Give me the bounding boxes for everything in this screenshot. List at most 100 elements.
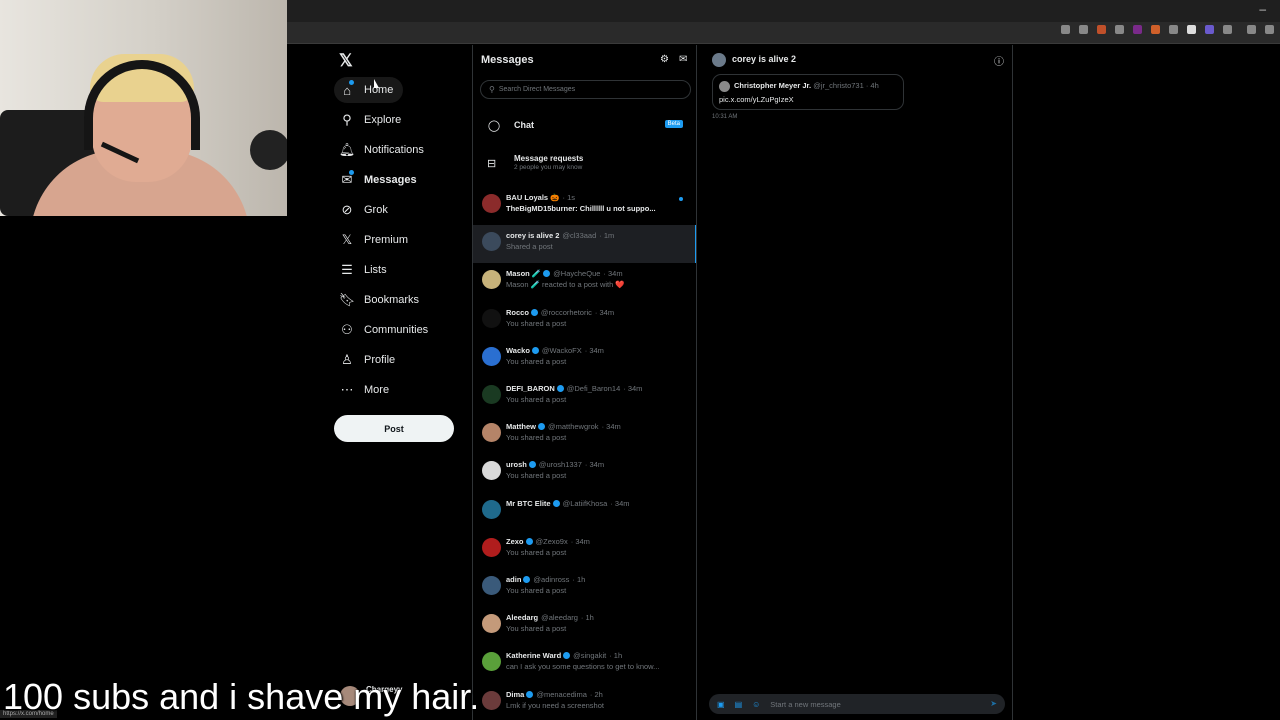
extension-icon[interactable] <box>1115 25 1124 34</box>
compose-input[interactable]: Start a new message <box>770 700 840 709</box>
compose-bar[interactable]: ▣ ▤ ☺ Start a new message ➤ <box>709 694 1005 714</box>
conversation-item[interactable]: Matthew @matthewgrok · 34m You shared a pos… <box>473 416 696 454</box>
conversation-name: Aleedarg <box>506 613 539 623</box>
conversation-pane: corey is alive 2 ⓘ Christopher Meyer Jr.… <box>703 45 1013 720</box>
new-message-icon[interactable]: ✉ <box>679 54 687 65</box>
mail-icon: ✉ <box>341 170 354 187</box>
chat-label: Chat <box>514 120 534 130</box>
conversation-preview: can I ask you some questions to get to k… <box>506 662 660 672</box>
conversation-item[interactable]: Dima @menacedima · 2h Lmk if you need a scr… <box>473 684 696 720</box>
conversation-item[interactable]: corey is alive 2 @cl33aad · 1m Shared a pos… <box>473 225 696 264</box>
star-icon[interactable] <box>1079 25 1088 34</box>
minimize-button[interactable]: – <box>1259 2 1266 16</box>
conversation-item[interactable]: Wacko @WackoFX · 34m You shared a post <box>473 340 696 378</box>
message-timestamp: 10:31 AM <box>712 114 738 120</box>
conversation-time: · 34m <box>623 384 643 393</box>
messages-panel: Messages ⚙ ✉ ⚲ Search Direct Messages ◯ … <box>472 45 697 720</box>
nav-label: Explore <box>364 114 402 126</box>
conversation-time: · 34m <box>570 536 590 546</box>
grok-icon: ⊘ <box>341 202 353 217</box>
verified-badge-icon <box>525 537 533 545</box>
gif-icon[interactable]: ▤ <box>735 700 743 709</box>
conversation-avatar <box>712 53 726 67</box>
webcam-lamp <box>250 130 287 170</box>
nav-lists[interactable]: ☰ Lists <box>334 257 397 283</box>
extension-icon[interactable] <box>1151 25 1160 34</box>
emoji-icon[interactable]: ☺ <box>752 700 760 709</box>
conversation-preview: You shared a post <box>506 356 567 366</box>
nav-profile[interactable]: ♙ Profile <box>334 347 405 373</box>
conversation-item[interactable]: Mr BTC Elite @LatiifKhosa · 34m <box>473 493 696 531</box>
verified-badge-icon <box>526 690 534 698</box>
search-icon: ⚲ <box>342 112 352 127</box>
avatar <box>482 308 501 328</box>
conversation-handle: @aleedarg <box>541 613 578 623</box>
verified-badge-icon <box>563 652 571 660</box>
shared-post-link[interactable]: pic.x.com/yLZuPgIzeX <box>719 95 794 104</box>
nav-more[interactable]: ⋯ More <box>334 377 399 403</box>
webcam-overlay <box>0 0 287 216</box>
chat-row[interactable]: ◯ Chat Beta <box>473 111 696 139</box>
message-requests-title: Message requests <box>514 154 584 163</box>
conversation-name: Mr BTC Elite <box>506 498 551 508</box>
bell-icon: 🔔︎ <box>338 142 356 157</box>
conversation-item[interactable]: adin @adinross · 1h You shared a post <box>473 569 696 607</box>
notification-dot <box>349 80 354 85</box>
image-icon[interactable]: ▣ <box>717 700 725 709</box>
conversation-preview: You shared a post <box>506 395 567 404</box>
avatar <box>482 537 501 557</box>
conversation-preview: You shared a post <box>506 471 567 481</box>
conversation-handle: @menacedima <box>536 689 587 699</box>
conversation-time: · 2h <box>589 689 603 699</box>
conversation-time: · 1h <box>580 613 594 623</box>
nav-label: Lists <box>364 264 387 276</box>
conversation-item[interactable]: Aleedarg @aleedarg · 1h You shared a post <box>473 607 696 645</box>
conversation-item[interactable]: DEFI_BARON @Defi_Baron14 · 34m You shared a… <box>473 378 696 416</box>
menu-icon[interactable] <box>1265 25 1274 34</box>
chat-bubble-icon: ◯ <box>487 119 501 132</box>
extension-icon[interactable] <box>1133 25 1142 34</box>
avatar <box>482 690 501 710</box>
conversation-handle: @singakit <box>573 651 607 661</box>
nav-communities[interactable]: ⚇ Communities <box>334 317 438 343</box>
install-icon[interactable] <box>1061 25 1070 34</box>
verified-badge-icon <box>552 499 560 507</box>
extension-icon[interactable] <box>1169 25 1178 34</box>
bookmark-icon: 🔖︎ <box>338 292 356 307</box>
nav-messages[interactable]: ✉ Messages <box>334 167 427 193</box>
nav-home[interactable]: ⌂ Home <box>334 77 404 103</box>
info-icon[interactable]: ⓘ <box>994 53 1004 68</box>
search-placeholder: Search Direct Messages <box>498 86 576 93</box>
conversation-handle: @cl33aad <box>562 231 597 241</box>
nav-premium[interactable]: 𝕏 Premium <box>334 227 418 253</box>
conversation-item[interactable]: Mason 🧪 @HaycheQue · 34m Mason 🧪 reacted to… <box>473 263 696 301</box>
download-icon[interactable] <box>1247 25 1256 34</box>
send-icon[interactable]: ➤ <box>990 699 997 708</box>
settings-icon[interactable]: ⚙ <box>660 54 669 65</box>
beta-badge: Beta <box>664 120 683 128</box>
puzzle-icon[interactable] <box>1223 25 1232 34</box>
conversation-item[interactable]: BAU Loyals 🎃 · 1s TheBigMD15burner: Chilll… <box>473 187 696 225</box>
nav-grok[interactable]: ⊘ Grok <box>334 197 398 223</box>
extension-icon[interactable] <box>1205 25 1214 34</box>
conversation-time: · 1h <box>609 651 623 661</box>
nav-notifications[interactable]: 🔔︎ Notifications <box>334 137 434 163</box>
shared-post-card[interactable]: Christopher Meyer Jr. @jr_christo731 · 4… <box>712 74 904 110</box>
home-icon: ⌂ <box>340 80 354 98</box>
nav-bookmarks[interactable]: 🔖︎ Bookmarks <box>334 287 429 313</box>
conversation-item[interactable]: urosh @urosh1337 · 34m You shared a post <box>473 454 696 492</box>
conversation-time: · 1h <box>572 575 586 584</box>
extension-icon[interactable] <box>1097 25 1106 34</box>
nav-explore[interactable]: ⚲ Explore <box>334 107 411 133</box>
conversation-item[interactable]: Katherine Ward @singakit · 1h can I ask you… <box>473 645 696 683</box>
avatar <box>482 652 501 672</box>
post-button[interactable]: Post <box>334 415 454 442</box>
message-requests-row[interactable]: ⊟ Message requests 2 people you may know <box>473 149 696 181</box>
conversation-item[interactable]: Rocco @roccorhetoric · 34m You shared a pos… <box>473 302 696 340</box>
conversation-item[interactable]: Zexo @Zexo9x · 34m You shared a post <box>473 531 696 569</box>
shield-icon[interactable] <box>1187 25 1196 34</box>
search-input[interactable]: ⚲ Search Direct Messages <box>480 80 691 99</box>
author-name: Christopher Meyer Jr. <box>734 81 812 90</box>
conversation-handle: @adinross <box>533 575 570 584</box>
x-logo[interactable]: 𝕏 <box>339 51 357 70</box>
